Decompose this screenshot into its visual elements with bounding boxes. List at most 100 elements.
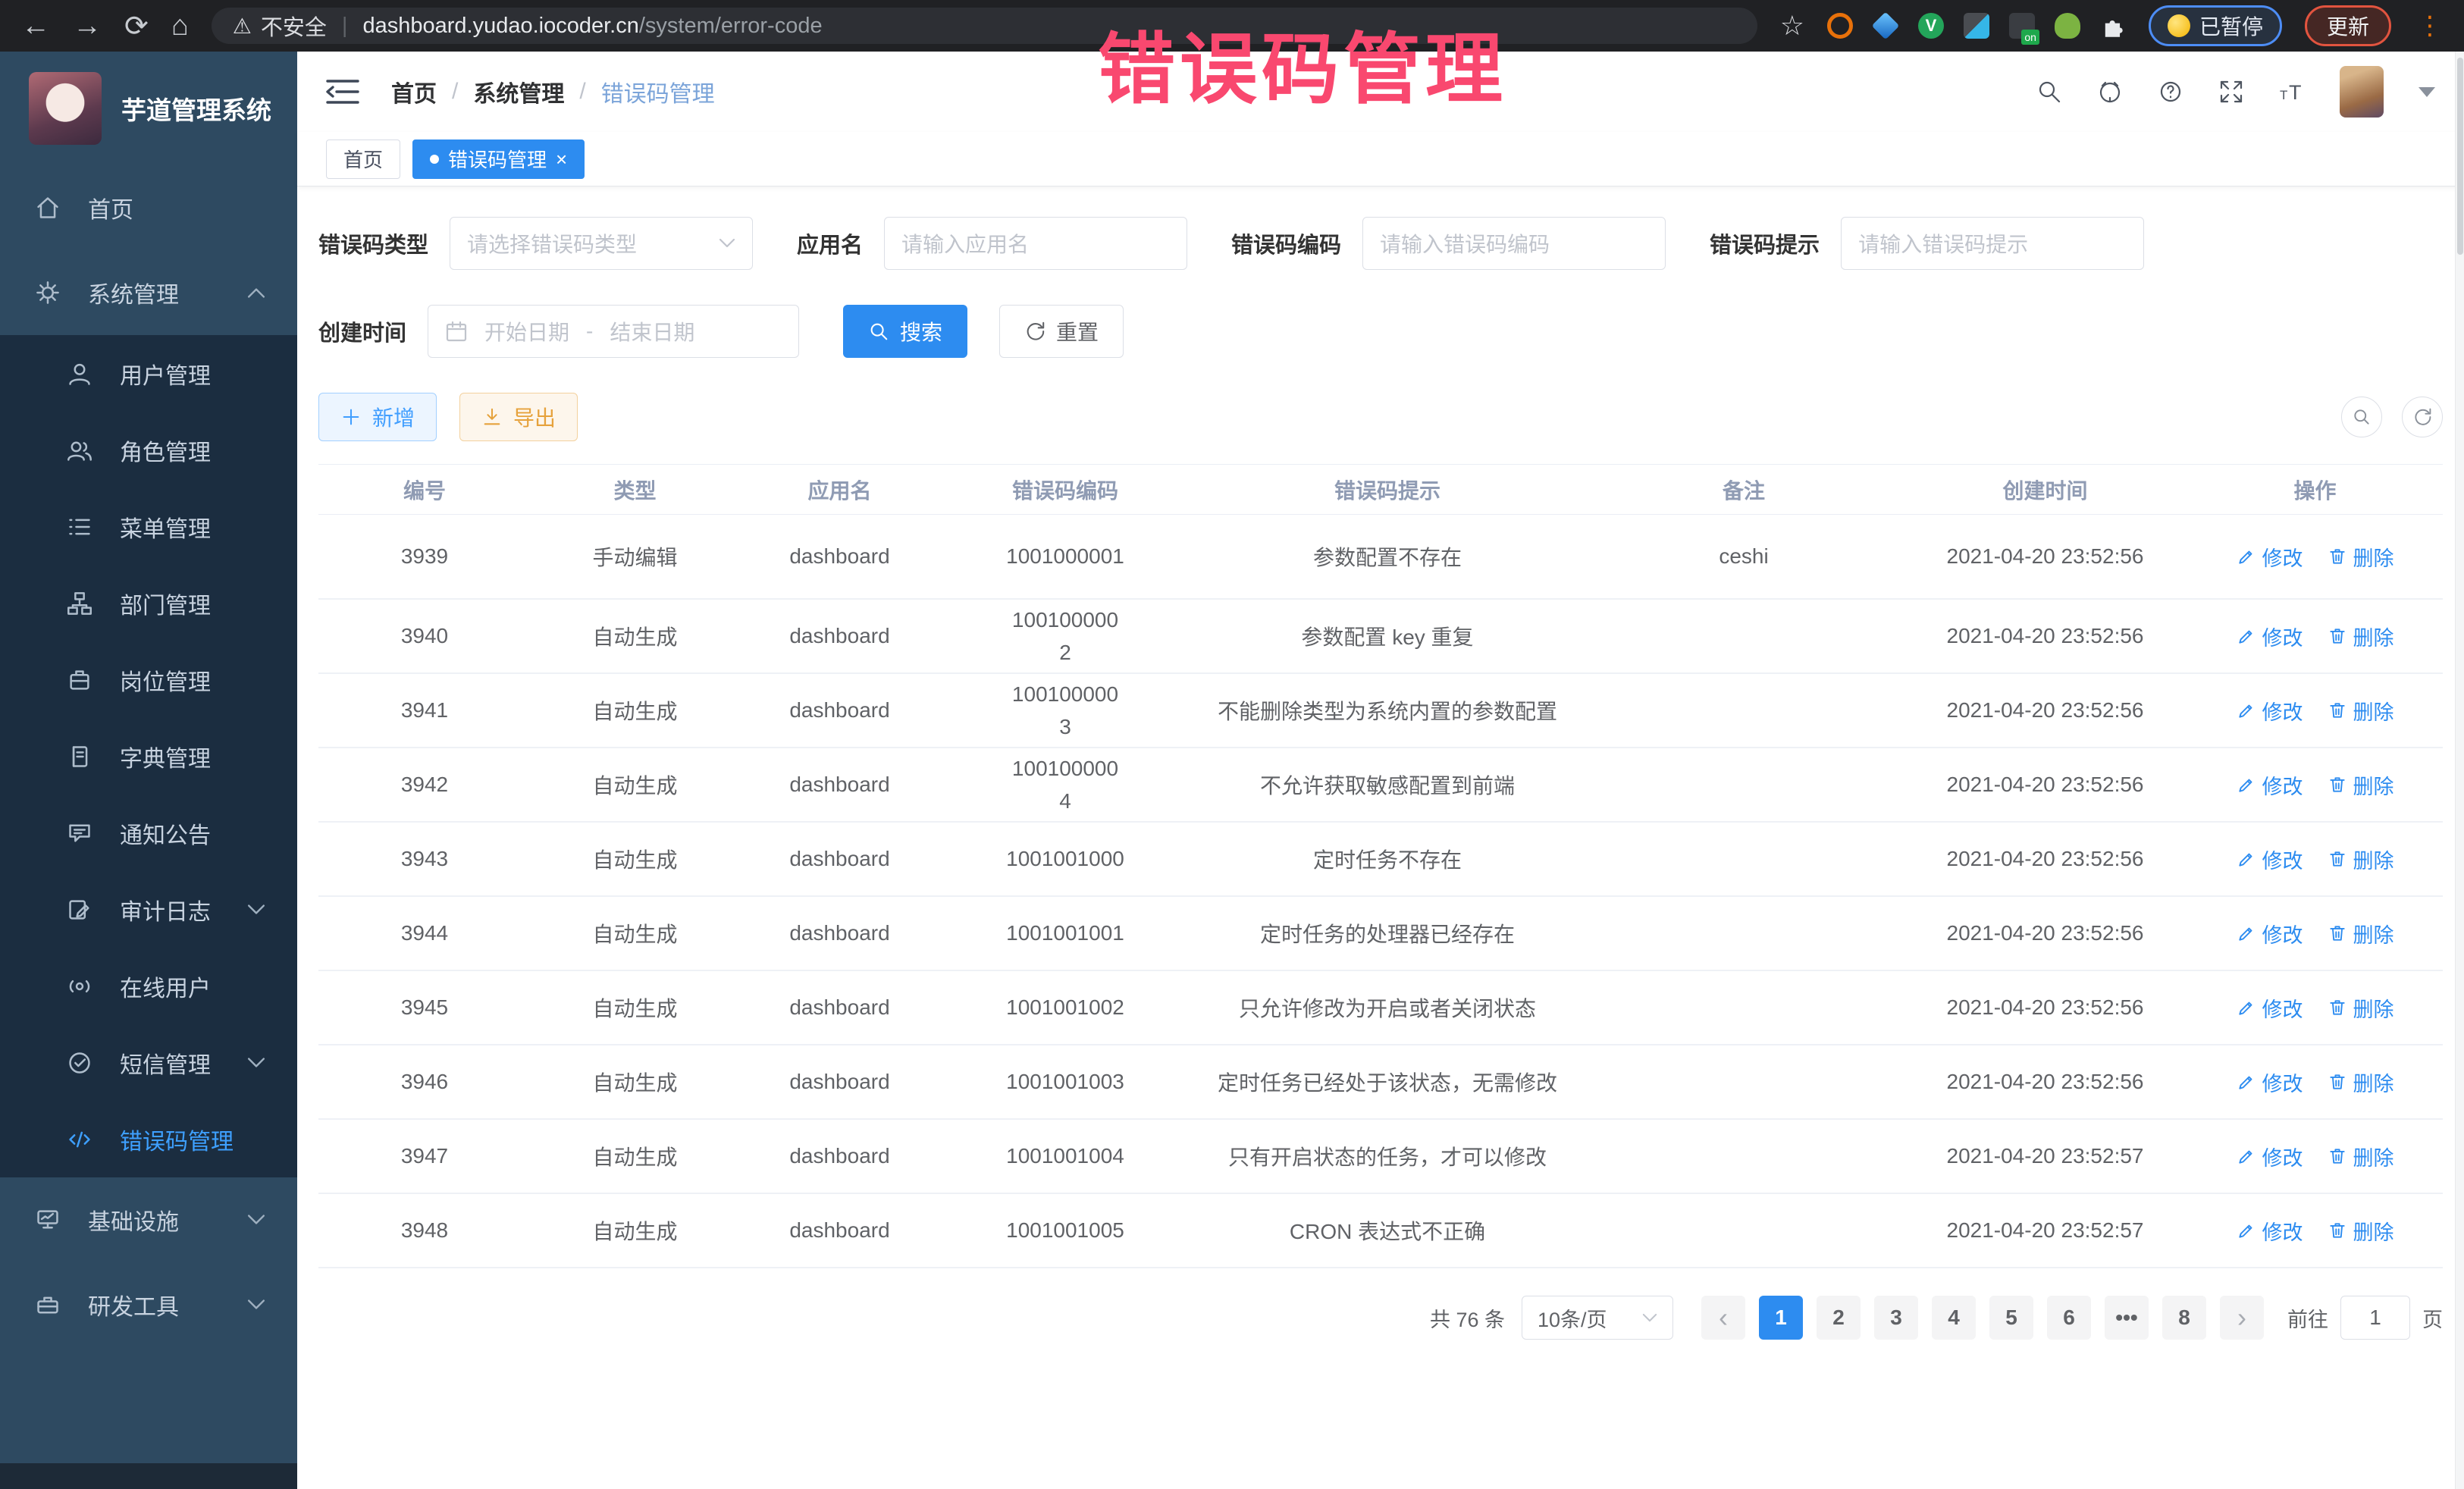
browser-update-button[interactable]: 更新 xyxy=(2305,5,2391,46)
next-page-button[interactable]: › xyxy=(2220,1296,2264,1340)
tab-error-codes[interactable]: 错误码管理 × xyxy=(412,139,585,179)
security-chip[interactable]: 不安全 xyxy=(261,10,327,42)
error-type-select[interactable]: 请选择错误码类型 xyxy=(450,217,753,270)
fullscreen-icon[interactable] xyxy=(2218,79,2244,105)
cell-type: 自动生成 xyxy=(531,695,739,726)
collapse-menu-icon[interactable] xyxy=(326,77,359,106)
extension-icon-3[interactable]: V xyxy=(1918,13,1944,39)
prev-page-button[interactable]: ‹ xyxy=(1701,1296,1745,1340)
edit-link[interactable]: 修改 xyxy=(2237,1142,2303,1171)
extension-icon-5[interactable]: on xyxy=(2009,13,2035,39)
extension-icon-1[interactable] xyxy=(1827,13,1853,39)
edit-link[interactable]: 修改 xyxy=(2237,770,2303,800)
profile-paused-chip[interactable]: 已暂停 xyxy=(2149,5,2282,46)
edit-link[interactable]: 修改 xyxy=(2237,993,2303,1023)
reset-button[interactable]: 重置 xyxy=(999,305,1124,358)
tab-home[interactable]: 首页 xyxy=(326,139,400,179)
not-secure-icon: ⚠ xyxy=(233,14,252,39)
cell-type: 自动生成 xyxy=(531,844,739,874)
page-button-6[interactable]: 6 xyxy=(2047,1296,2091,1340)
github-icon[interactable] xyxy=(2097,79,2123,105)
toggle-search-button[interactable] xyxy=(2341,397,2382,437)
cell-created-time: 2021-04-20 23:52:56 xyxy=(1903,773,2187,797)
cell-error-code: 1001000001 xyxy=(940,544,1190,569)
delete-link[interactable]: 删除 xyxy=(2328,1142,2394,1171)
sidebar-item-dictionary[interactable]: 字典管理 xyxy=(0,718,297,795)
cell-app-name: dashboard xyxy=(739,698,940,723)
extension-icon-2[interactable] xyxy=(1873,13,1898,39)
user-avatar[interactable] xyxy=(2340,66,2384,118)
page-button-1[interactable]: 1 xyxy=(1759,1296,1803,1340)
sidebar-item-notices[interactable]: 通知公告 xyxy=(0,795,297,871)
edit-link[interactable]: 修改 xyxy=(2237,696,2303,726)
page-button-3[interactable]: 3 xyxy=(1874,1296,1918,1340)
font-size-icon[interactable]: TT xyxy=(2279,79,2305,105)
edit-link[interactable]: 修改 xyxy=(2237,919,2303,948)
cell-operations: 修改 删除 xyxy=(2187,542,2443,572)
search-icon[interactable] xyxy=(2036,79,2062,105)
sidebar-item-infrastructure[interactable]: 基础设施 xyxy=(0,1177,297,1262)
delete-link[interactable]: 删除 xyxy=(2328,993,2394,1023)
bookmark-star-icon[interactable]: ☆ xyxy=(1780,10,1804,42)
page-size-select[interactable]: 10条/页 xyxy=(1522,1296,1673,1340)
edit-link[interactable]: 修改 xyxy=(2237,845,2303,874)
extension-icon-6[interactable] xyxy=(2055,13,2080,39)
sidebar-item-sms[interactable]: 短信管理 xyxy=(0,1024,297,1101)
error-hint-input[interactable]: 请输入错误码提示 xyxy=(1841,217,2144,270)
more-pages-button[interactable]: ••• xyxy=(2105,1296,2149,1340)
page-button-5[interactable]: 5 xyxy=(1989,1296,2033,1340)
home-icon[interactable]: ⌂ xyxy=(171,10,189,42)
page-button-8[interactable]: 8 xyxy=(2162,1296,2206,1340)
edit-link[interactable]: 修改 xyxy=(2237,1216,2303,1246)
add-button[interactable]: 新增 xyxy=(318,393,437,441)
scrollbar-thumb[interactable] xyxy=(2457,58,2463,255)
created-date-range-picker[interactable]: 开始日期 - 结束日期 xyxy=(428,305,799,358)
breadcrumb-home[interactable]: 首页 xyxy=(391,75,437,108)
avatar-caret-icon[interactable] xyxy=(2419,87,2435,97)
delete-link[interactable]: 删除 xyxy=(2328,622,2394,651)
error-code-input[interactable]: 请输入错误码编码 xyxy=(1362,217,1666,270)
breadcrumb-system[interactable]: 系统管理 xyxy=(473,75,564,108)
sidebar-item-users[interactable]: 用户管理 xyxy=(0,335,297,412)
page-button-2[interactable]: 2 xyxy=(1817,1296,1861,1340)
table-row: 3947 自动生成 dashboard 1001001004 只有开启状态的任务… xyxy=(318,1120,2443,1194)
app-name-input[interactable]: 请输入应用名 xyxy=(884,217,1187,270)
delete-link[interactable]: 删除 xyxy=(2328,845,2394,874)
sidebar-item-dev-tools[interactable]: 研发工具 xyxy=(0,1262,297,1347)
search-button[interactable]: 搜索 xyxy=(843,305,967,358)
edit-link[interactable]: 修改 xyxy=(2237,1067,2303,1097)
back-icon[interactable]: ← xyxy=(21,10,50,42)
goto-page-input[interactable] xyxy=(2340,1296,2410,1340)
delete-link[interactable]: 删除 xyxy=(2328,770,2394,800)
browser-menu-icon[interactable]: ⋮ xyxy=(2417,11,2443,41)
close-icon[interactable]: × xyxy=(556,149,567,169)
export-button[interactable]: 导出 xyxy=(459,393,578,441)
forward-icon[interactable]: → xyxy=(73,10,102,42)
sidebar-item-menus[interactable]: 菜单管理 xyxy=(0,488,297,565)
address-bar[interactable]: ⚠ 不安全 | dashboard.yudao.iocoder.cn/syste… xyxy=(212,8,1757,44)
delete-link[interactable]: 删除 xyxy=(2328,696,2394,726)
delete-link[interactable]: 删除 xyxy=(2328,919,2394,948)
sidebar-item-posts[interactable]: 岗位管理 xyxy=(0,641,297,718)
reload-icon[interactable]: ⟳ xyxy=(124,9,149,43)
col-created: 创建时间 xyxy=(1903,475,2187,505)
refresh-button[interactable] xyxy=(2402,397,2443,437)
sidebar-item-departments[interactable]: 部门管理 xyxy=(0,565,297,641)
help-icon[interactable] xyxy=(2158,79,2183,105)
page-button-4[interactable]: 4 xyxy=(1932,1296,1976,1340)
delete-link[interactable]: 删除 xyxy=(2328,542,2394,572)
edit-link[interactable]: 修改 xyxy=(2237,622,2303,651)
sidebar-item-error-codes[interactable]: 错误码管理 xyxy=(0,1101,297,1177)
extensions-puzzle-icon[interactable] xyxy=(2100,13,2126,39)
sidebar-item-roles[interactable]: 角色管理 xyxy=(0,412,297,488)
extension-icon-4[interactable] xyxy=(1964,13,1989,39)
sidebar-item-online-users[interactable]: 在线用户 xyxy=(0,948,297,1024)
delete-link[interactable]: 删除 xyxy=(2328,1067,2394,1097)
sidebar-item-home[interactable]: 首页 xyxy=(0,165,297,250)
delete-link[interactable]: 删除 xyxy=(2328,1216,2394,1246)
sidebar-item-audit-logs[interactable]: 审计日志 xyxy=(0,871,297,948)
sidebar-item-system[interactable]: 系统管理 xyxy=(0,250,297,335)
edit-link[interactable]: 修改 xyxy=(2237,542,2303,572)
breadcrumb-separator: / xyxy=(452,79,458,105)
window-scrollbar[interactable] xyxy=(2455,52,2464,1489)
